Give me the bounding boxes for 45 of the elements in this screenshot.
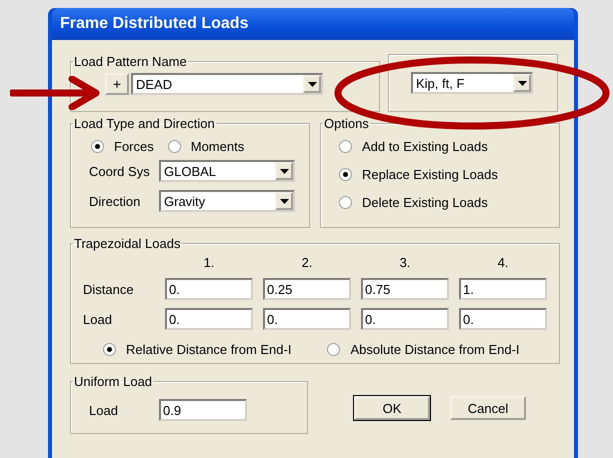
- radio-button[interactable]: [91, 140, 104, 153]
- dropdown-field[interactable]: DEAD: [131, 73, 323, 95]
- column-header: 4.: [496, 255, 510, 270]
- column-header: 3.: [398, 255, 412, 270]
- radio-label: Forces: [114, 139, 154, 154]
- row-label: Distance: [83, 282, 135, 296]
- dropdown-field[interactable]: Kip, ft, F: [411, 72, 533, 94]
- radio-label: Replace Existing Loads: [362, 167, 498, 182]
- input-field[interactable]: 1.: [459, 278, 547, 300]
- radio-label: Relative Distance from End-I: [126, 342, 292, 357]
- dropdown-field[interactable]: GLOBAL: [159, 160, 295, 182]
- radio-label: Moments: [190, 139, 244, 154]
- row-label: Load: [83, 312, 113, 326]
- column-header: 1.: [202, 255, 216, 270]
- group-label: Uniform Load: [73, 374, 154, 389]
- input-field[interactable]: 0.: [165, 308, 253, 330]
- group-label: Load Type and Direction: [73, 116, 216, 131]
- input-field[interactable]: 0.75: [361, 278, 449, 300]
- radio-button[interactable]: [168, 140, 181, 153]
- input-field[interactable]: 0.: [165, 278, 253, 300]
- dialog-button[interactable]: Cancel: [450, 396, 526, 420]
- field-label: Direction: [89, 194, 142, 208]
- dropdown-field[interactable]: Gravity: [159, 190, 295, 212]
- input-field[interactable]: 0.25: [263, 278, 351, 300]
- dialog-button[interactable]: OK: [354, 396, 430, 420]
- radio-button[interactable]: [339, 168, 352, 181]
- column-header: 2.: [300, 255, 314, 270]
- input-field[interactable]: 0.: [459, 308, 547, 330]
- input-field[interactable]: 0.9: [159, 399, 247, 421]
- radio-button[interactable]: [339, 196, 352, 209]
- radio-button[interactable]: [103, 343, 116, 356]
- group-label: Load Pattern Name: [73, 54, 188, 69]
- field-label: Coord Sys: [89, 164, 151, 178]
- add-button[interactable]: +: [105, 73, 129, 95]
- input-field[interactable]: 0.: [361, 308, 449, 330]
- input-field[interactable]: 0.: [263, 308, 351, 330]
- group-label: Options: [323, 116, 370, 131]
- window-title: Frame Distributed Loads: [52, 8, 574, 40]
- radio-label: Add to Existing Loads: [362, 139, 488, 154]
- radio-label: Delete Existing Loads: [362, 195, 488, 210]
- radio-label: Absolute Distance from End-I: [350, 342, 520, 357]
- group-label: Trapezoidal Loads: [73, 236, 182, 251]
- radio-button[interactable]: [339, 140, 352, 153]
- field-label: Load: [89, 402, 119, 418]
- radio-button[interactable]: [327, 343, 340, 356]
